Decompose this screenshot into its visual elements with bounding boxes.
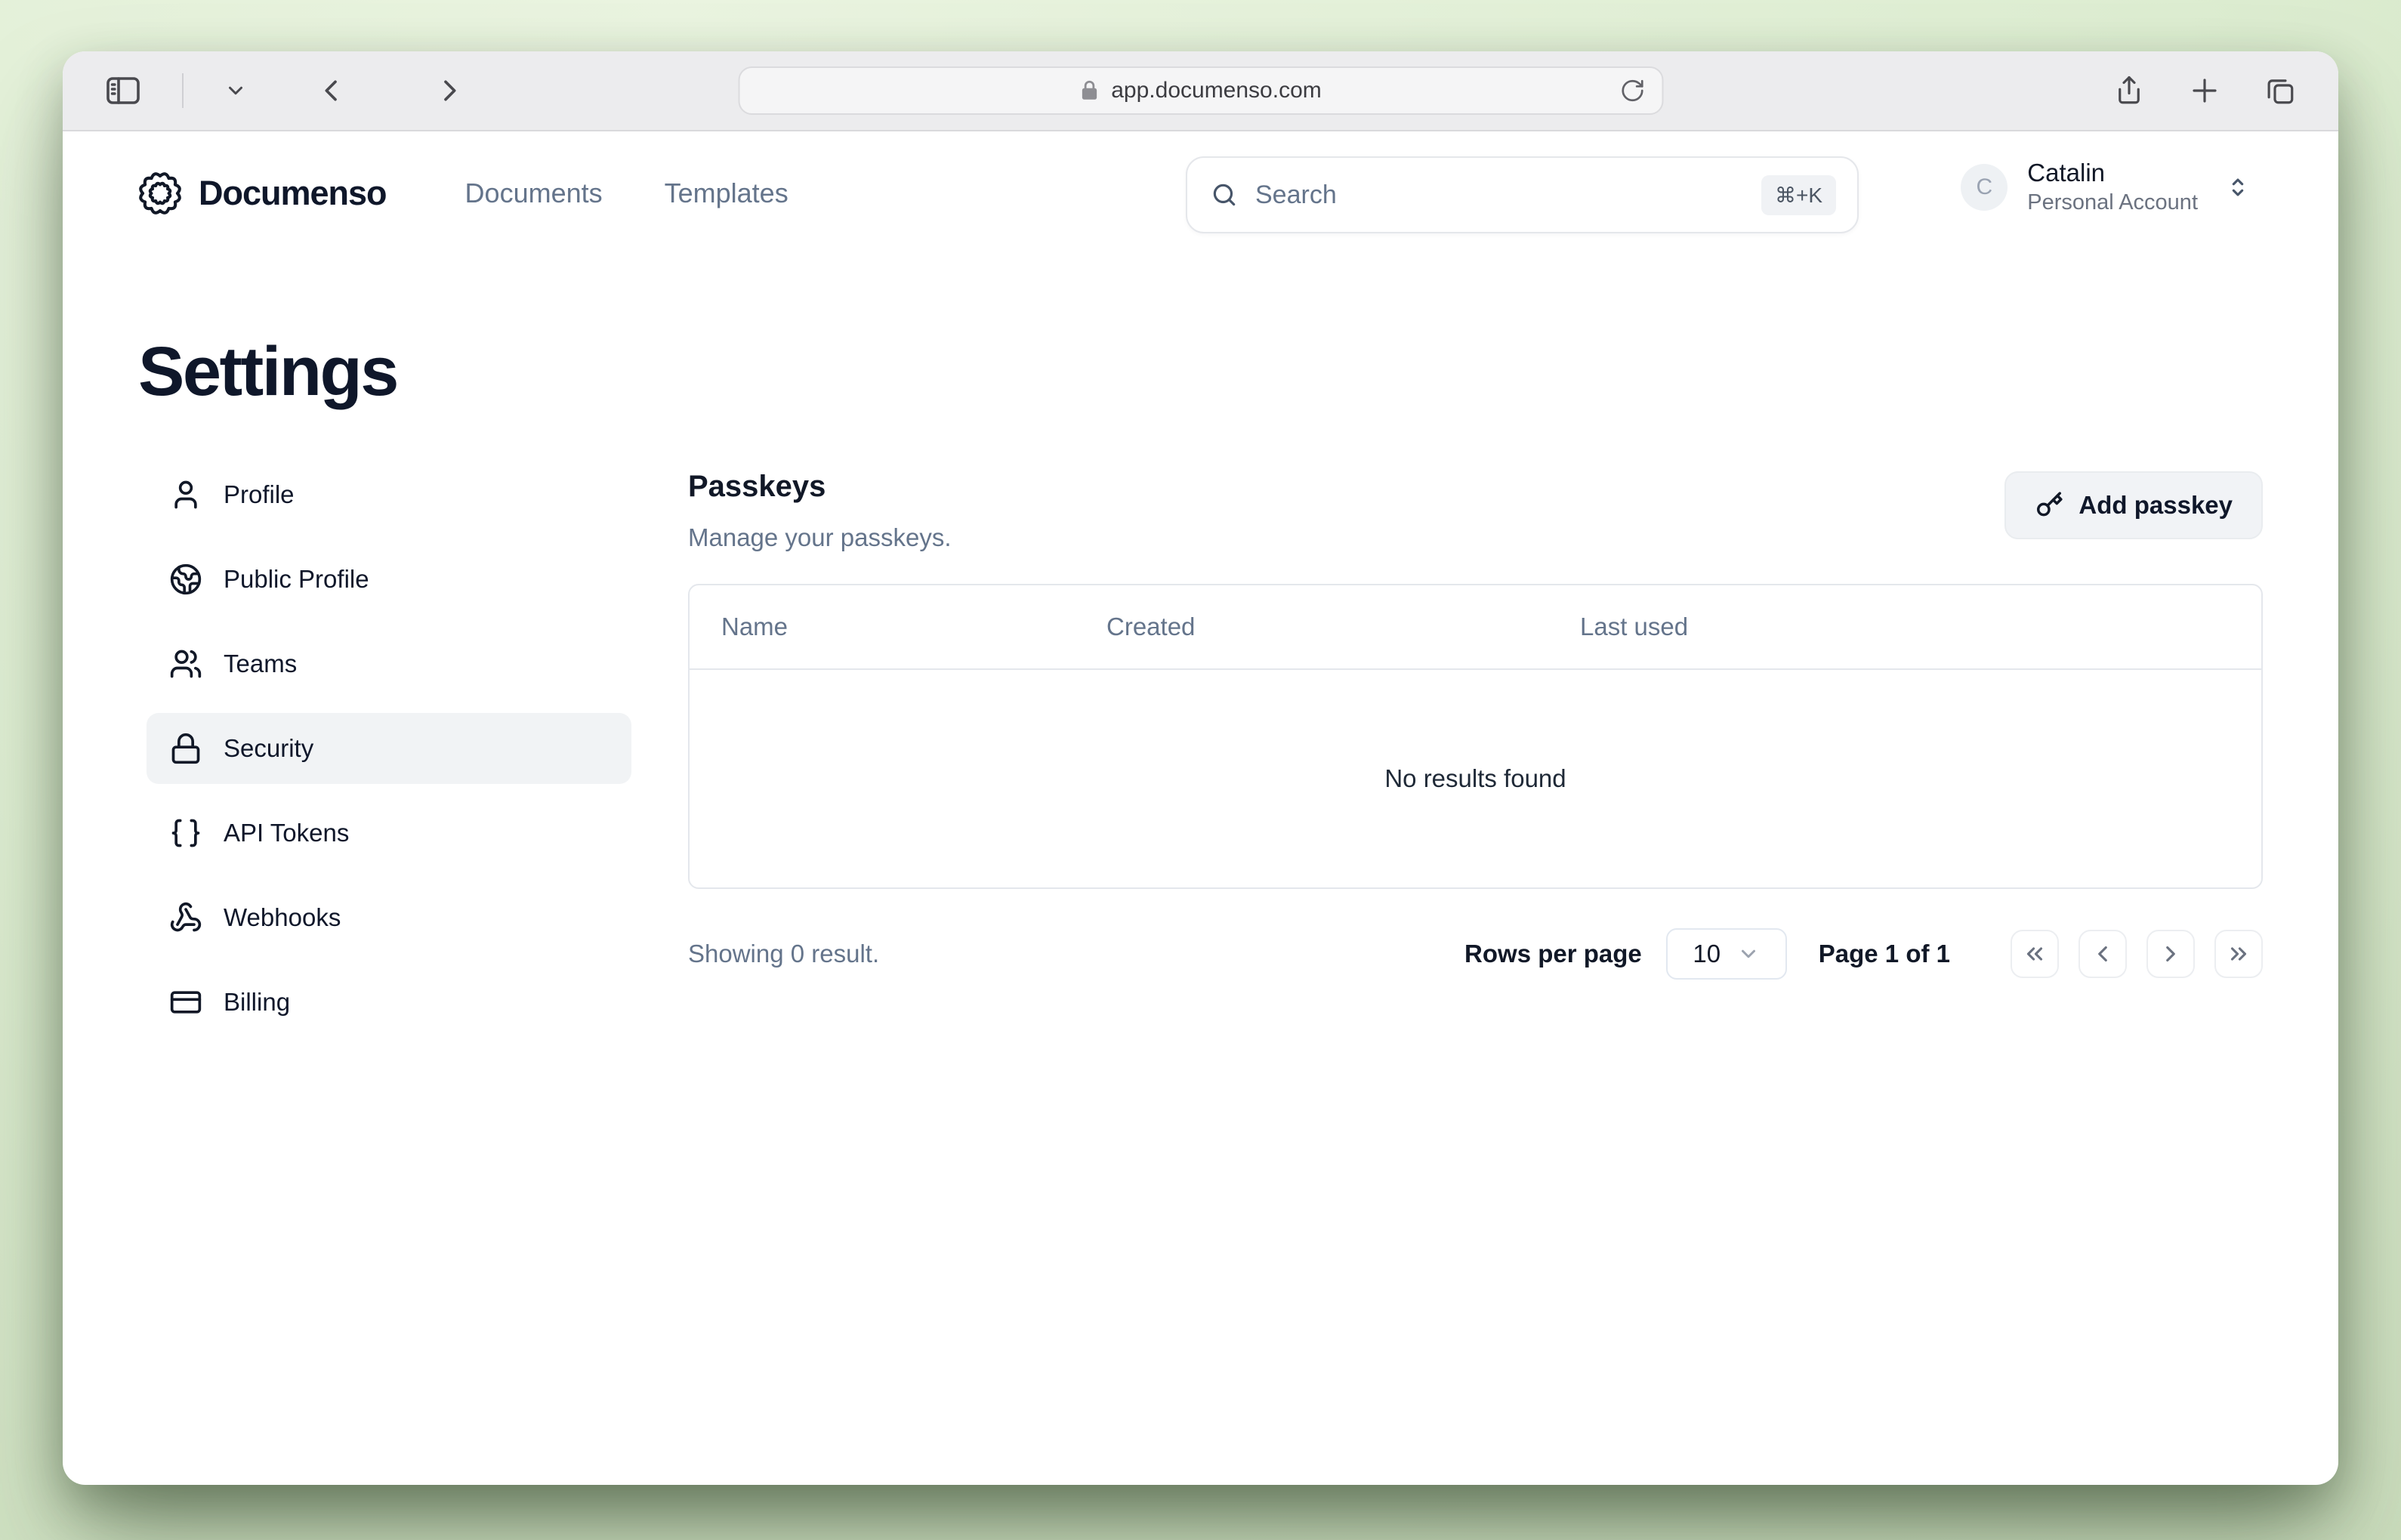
nav-documents[interactable]: Documents [465, 177, 603, 209]
webhook-icon [169, 901, 202, 934]
share-icon[interactable] [2113, 75, 2145, 106]
chevrons-right-icon [2226, 941, 2251, 967]
passkeys-section: Passkeys Manage your passkeys. Add passk… [688, 459, 2263, 1051]
address-bar[interactable]: app.documenso.com [738, 66, 1663, 115]
rows-per-page-value: 10 [1693, 940, 1721, 968]
app-header: Documenso Documents Templates ⌘+K C Cata… [63, 131, 2338, 233]
column-header-last-used: Last used [1580, 613, 2261, 641]
search-shortcut-badge: ⌘+K [1761, 175, 1836, 215]
sidebar-item-profile[interactable]: Profile [147, 459, 631, 530]
account-name: Catalin [2027, 159, 2198, 187]
add-passkey-button[interactable]: Add passkey [2004, 471, 2263, 539]
users-icon [169, 647, 202, 681]
search-input[interactable] [1255, 181, 1745, 210]
sidebar-item-label: Security [224, 734, 313, 763]
sidebar-item-api-tokens[interactable]: API Tokens [147, 798, 631, 869]
passkeys-table: Name Created Last used No results found [688, 584, 2263, 889]
avatar: C [1961, 164, 2008, 211]
account-type: Personal Account [2027, 190, 2198, 215]
sidebar-item-label: Billing [224, 988, 290, 1017]
section-description: Manage your passkeys. [688, 523, 952, 552]
ssl-lock-icon [1079, 79, 1099, 102]
account-menu[interactable]: C Catalin Personal Account [1961, 159, 2251, 215]
next-page-button[interactable] [2146, 930, 2195, 978]
lock-icon [169, 732, 202, 765]
brand-wordmark: Documenso [199, 174, 387, 213]
reload-icon[interactable] [1619, 78, 1645, 103]
brand[interactable]: Documenso [138, 171, 387, 215]
page-title: Settings [138, 332, 2338, 412]
page-info: Page 1 of 1 [1819, 940, 1950, 968]
toolbar-divider [182, 73, 184, 108]
previous-page-button[interactable] [2079, 930, 2127, 978]
url-text: app.documenso.com [1111, 78, 1322, 103]
documenso-logo-icon [138, 171, 182, 215]
main-nav: Documents Templates [465, 177, 789, 209]
rows-per-page-label: Rows per page [1464, 940, 1642, 968]
user-icon [169, 478, 202, 511]
braces-icon [169, 816, 202, 850]
key-icon [2035, 491, 2063, 520]
results-summary: Showing 0 result. [688, 940, 879, 968]
add-passkey-label: Add passkey [2079, 491, 2233, 520]
sidebar-toggle-icon[interactable] [105, 76, 141, 106]
browser-toolbar: app.documenso.com [63, 51, 2338, 131]
toolbar-chevron-down-icon[interactable] [224, 79, 247, 102]
section-title: Passkeys [688, 470, 952, 504]
chevrons-left-icon [2022, 941, 2048, 967]
empty-state-text: No results found [1384, 764, 1566, 793]
first-page-button[interactable] [2011, 930, 2059, 978]
table-footer: Showing 0 result. Rows per page 10 Page … [688, 928, 2263, 980]
search-bar[interactable]: ⌘+K [1186, 156, 1859, 233]
column-header-name: Name [721, 613, 1106, 641]
sidebar-item-label: Webhooks [224, 903, 341, 932]
settings-sidebar: Profile Public Profile Teams Security AP… [147, 459, 631, 1051]
chevrons-up-down-icon [2225, 174, 2251, 200]
forward-button-icon[interactable] [434, 76, 464, 106]
sidebar-item-label: Teams [224, 650, 297, 678]
new-tab-icon[interactable] [2189, 75, 2220, 106]
sidebar-item-label: Profile [224, 480, 295, 509]
tab-overview-icon[interactable] [2264, 75, 2296, 106]
credit-card-icon [169, 986, 202, 1019]
sidebar-item-webhooks[interactable]: Webhooks [147, 882, 631, 953]
back-button-icon[interactable] [316, 76, 347, 106]
search-icon [1210, 181, 1239, 209]
sidebar-item-label: Public Profile [224, 565, 369, 594]
rows-per-page-select[interactable]: 10 [1666, 928, 1787, 980]
pagination [2011, 930, 2263, 978]
chevron-right-icon [2158, 941, 2183, 967]
globe-icon [169, 563, 202, 596]
last-page-button[interactable] [2214, 930, 2263, 978]
browser-window: app.documenso.com [63, 51, 2338, 1485]
chevron-down-icon [1737, 943, 1760, 965]
column-header-created: Created [1106, 613, 1580, 641]
sidebar-item-label: API Tokens [224, 819, 349, 847]
nav-templates[interactable]: Templates [665, 177, 789, 209]
sidebar-item-security[interactable]: Security [147, 713, 631, 784]
table-empty-state: No results found [690, 670, 2261, 887]
sidebar-item-public-profile[interactable]: Public Profile [147, 544, 631, 615]
sidebar-item-teams[interactable]: Teams [147, 628, 631, 699]
chevron-left-icon [2090, 941, 2116, 967]
table-header-row: Name Created Last used [690, 585, 2261, 670]
sidebar-item-billing[interactable]: Billing [147, 967, 631, 1038]
